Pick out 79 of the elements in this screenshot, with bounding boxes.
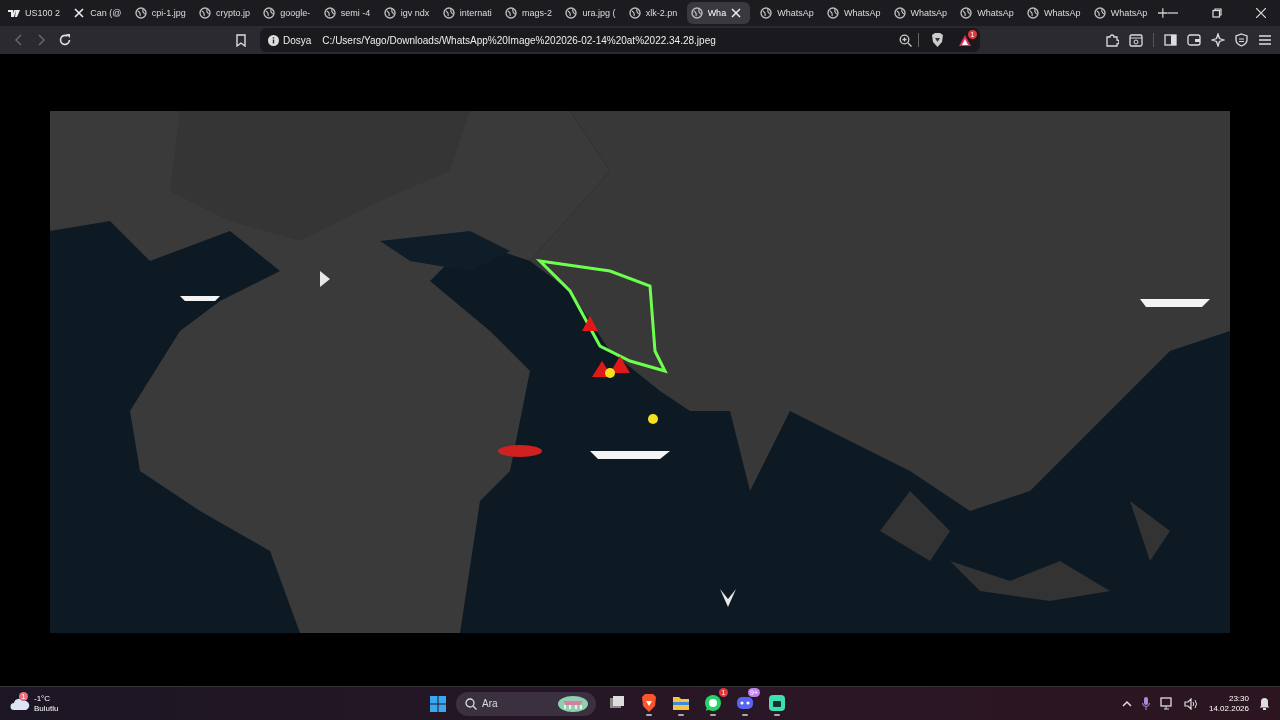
browser-tab[interactable]: google- [259, 2, 314, 24]
reload-icon[interactable] [58, 33, 72, 47]
browser-tab[interactable]: WhatsAp [1089, 2, 1151, 24]
browser-tab[interactable]: Wha [686, 2, 751, 24]
globe-icon [690, 7, 703, 19]
url-text: C:/Users/Yago/Downloads/WhatsApp%20Image%202026-02-14%20at%2022.34.28.jpeg [322, 34, 716, 46]
globe-icon [1093, 7, 1106, 19]
file-scheme-label: Dosya [283, 34, 312, 46]
browser-tab[interactable]: semi -4 [319, 2, 374, 24]
browser-tab[interactable]: US100 2 [4, 2, 64, 24]
running-indicator [742, 714, 748, 716]
globe-icon [826, 7, 839, 19]
lion-shield-icon[interactable] [931, 33, 944, 47]
browser-tab[interactable]: ura.jpg ( [561, 2, 619, 24]
globe-icon [1026, 7, 1039, 19]
globe-icon [505, 7, 518, 19]
sidebar-icon[interactable] [1164, 34, 1177, 46]
notification-bell-icon[interactable] [1259, 697, 1270, 710]
game-controller-icon[interactable] [736, 694, 754, 712]
browser-tab[interactable]: mags-2 [501, 2, 556, 24]
network-icon[interactable] [1159, 697, 1174, 710]
sparkle-icon[interactable] [1211, 33, 1225, 47]
browser-tab[interactable]: xlk-2.pn [624, 2, 681, 24]
speaker-icon[interactable] [1183, 697, 1199, 710]
lion-shield-icon[interactable] [640, 694, 658, 712]
search-highlight-drawing [558, 695, 588, 712]
folder-icon[interactable] [672, 694, 690, 712]
menu-icon[interactable] [1258, 34, 1272, 46]
close-icon[interactable] [731, 8, 742, 18]
shield-icon[interactable] [1235, 33, 1248, 47]
zoom-icon[interactable] [899, 33, 912, 47]
globe-icon [565, 7, 578, 19]
info-icon [268, 34, 279, 46]
microphone-icon[interactable] [1141, 697, 1150, 710]
screenshot-icon[interactable] [1129, 33, 1143, 47]
browser-tab[interactable]: WhatsAp [1022, 2, 1084, 24]
running-indicator [678, 714, 684, 716]
browser-tab[interactable]: cpi-1.jpg [130, 2, 190, 24]
globe-icon [960, 7, 973, 19]
browser-tab[interactable]: Can (@ [69, 2, 125, 24]
globe-icon [760, 7, 773, 19]
puzzle-icon[interactable] [1105, 33, 1119, 47]
restore-icon[interactable] [1212, 8, 1222, 18]
chat-bubble-icon[interactable] [704, 694, 722, 712]
weather-condition-text: Bulutlu [34, 703, 59, 714]
globe-icon [442, 7, 455, 19]
search-icon [465, 697, 477, 710]
browser-tab[interactable]: internati [438, 2, 496, 24]
new-tab-icon[interactable] [1158, 8, 1168, 18]
cloud-icon[interactable] [10, 696, 30, 711]
globe-icon [199, 7, 212, 19]
triangle-icon[interactable] [958, 33, 972, 47]
temperature-text: -1°C [34, 693, 52, 704]
tradingview-logo-icon [8, 7, 20, 19]
browser-tab[interactable]: WhatsAp [889, 2, 951, 24]
browser-tab[interactable]: WhatsAp [956, 2, 1017, 24]
globe-icon [383, 7, 396, 19]
x-logo-icon [73, 7, 86, 19]
globe-icon [134, 7, 147, 19]
running-indicator [710, 714, 716, 716]
forward-icon[interactable] [36, 34, 46, 46]
globe-icon [893, 7, 906, 19]
bookmark-icon[interactable] [236, 33, 246, 47]
browser-tab[interactable]: crypto.jp [195, 2, 254, 24]
browser-tab[interactable]: WhatsAp [822, 2, 884, 24]
globe-icon [628, 7, 641, 19]
running-indicator [646, 714, 652, 716]
chevron-up-icon[interactable] [1121, 700, 1132, 707]
browser-tab[interactable]: igv ndx [379, 2, 433, 24]
close-icon[interactable] [1256, 8, 1266, 18]
back-icon[interactable] [14, 34, 24, 46]
browser-tab[interactable]: WhatsAp [756, 2, 817, 24]
windows-start-icon[interactable] [430, 695, 446, 712]
clock-time[interactable]: 23:30 [1228, 693, 1249, 704]
globe-icon [323, 7, 336, 19]
clock-date[interactable]: 14.02.2026 [1208, 703, 1249, 714]
wallet-icon[interactable] [1187, 34, 1201, 46]
globe-icon [263, 7, 276, 19]
running-indicator [774, 714, 780, 716]
